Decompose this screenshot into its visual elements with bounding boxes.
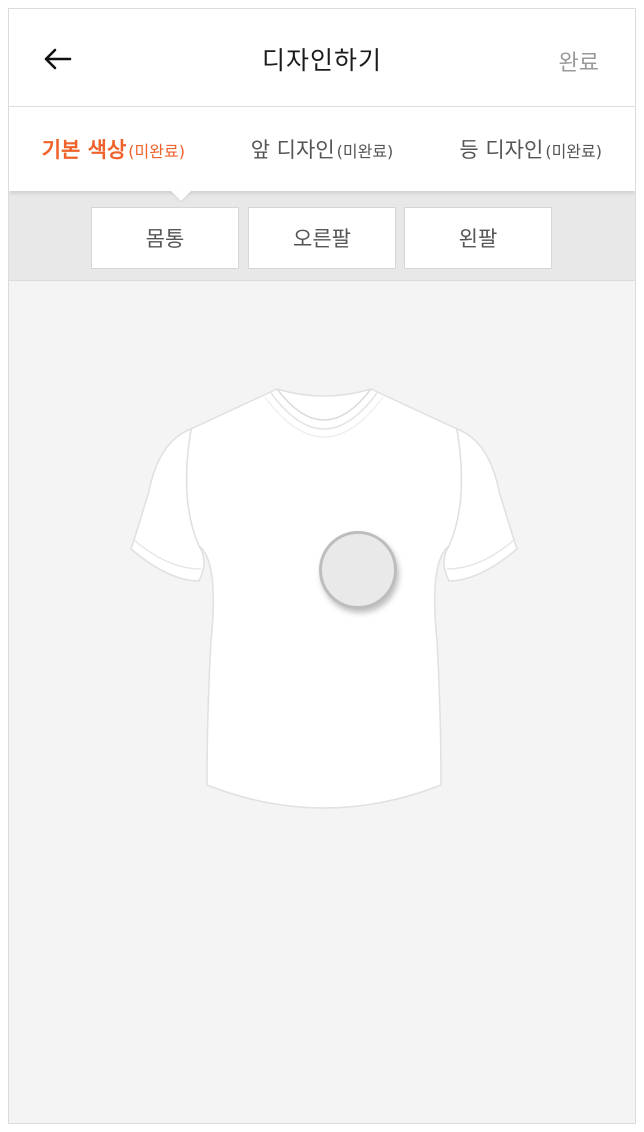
part-selector: 몸통 오른팔 왼팔 xyxy=(9,191,635,281)
tab-status: (미완료) xyxy=(545,142,602,161)
tab-label: 등 디자인 xyxy=(459,138,544,162)
part-body-button[interactable]: 몸통 xyxy=(91,207,239,269)
design-tabs: 기본 색상 (미완료) 앞 디자인 (미완료) 등 디자인 (미완료) xyxy=(9,107,635,191)
tab-label: 앞 디자인 xyxy=(250,138,335,162)
page-title: 디자인하기 xyxy=(261,46,382,75)
done-button[interactable]: 완료 xyxy=(559,45,599,77)
tab-status: (미완료) xyxy=(128,142,185,161)
header: 디자인하기 완료 xyxy=(9,9,635,107)
tab-front-design[interactable]: 앞 디자인 (미완료) xyxy=(218,134,427,164)
tshirt-preview xyxy=(130,388,518,809)
tab-base-color[interactable]: 기본 색상 (미완료) xyxy=(9,134,218,164)
color-picker-handle[interactable] xyxy=(319,531,397,609)
tab-back-design[interactable]: 등 디자인 (미완료) xyxy=(426,134,635,164)
active-tab-caret xyxy=(171,191,191,201)
design-canvas[interactable] xyxy=(9,281,635,1123)
tab-label: 기본 색상 xyxy=(41,138,127,162)
app-frame: 디자인하기 완료 기본 색상 (미완료) 앞 디자인 (미완료) 등 디자인 (미완료… xyxy=(8,8,636,1124)
tab-status: (미완료) xyxy=(336,142,394,161)
part-left-sleeve-button[interactable]: 왼팔 xyxy=(404,207,552,269)
part-right-sleeve-button[interactable]: 오른팔 xyxy=(248,207,396,269)
